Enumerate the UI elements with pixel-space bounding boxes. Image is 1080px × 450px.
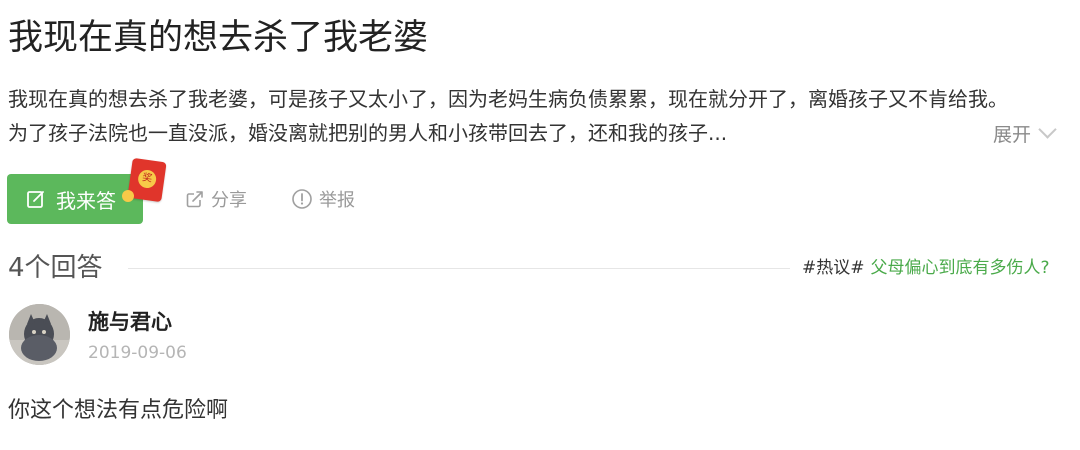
- share-label: 分享: [211, 190, 247, 211]
- redpacket-coin: 奖: [136, 168, 158, 190]
- report-button[interactable]: 举报: [291, 186, 355, 212]
- question-page: 我现在真的想去杀了我老婆 我现在真的想去杀了我老婆，可是孩子又太小了，因为老妈生…: [0, 0, 1080, 450]
- expand-button[interactable]: 展开: [993, 120, 1057, 147]
- question-title: 我现在真的想去杀了我老婆: [8, 18, 429, 58]
- hot-tag: #热议#: [802, 258, 865, 278]
- expand-label: 展开: [993, 124, 1032, 146]
- share-button[interactable]: 分享: [185, 186, 247, 212]
- question-description: 我现在真的想去杀了我老婆，可是孩子又太小了，因为老妈生病负债累累，现在就分开了，…: [8, 82, 1074, 150]
- chevron-down-icon: [1038, 120, 1057, 139]
- divider: [128, 268, 790, 269]
- hot-topic-link[interactable]: 父母偏心到底有多伤人?: [871, 258, 1050, 278]
- answers-count: 4个回答: [8, 253, 103, 283]
- answer-button-label: 我来答: [56, 188, 116, 213]
- answer-text: 你这个想法有点危险啊: [8, 398, 229, 423]
- share-icon: [186, 191, 203, 208]
- answer-date: 2019-09-06: [88, 343, 187, 363]
- report-label: 举报: [319, 190, 355, 211]
- description-line: 为了孩子法院也一直没派，婚没离就把别的男人和小孩带回去了，还和我的孩子...: [8, 121, 728, 145]
- edit-icon: [27, 191, 44, 208]
- avatar-image: [9, 304, 70, 365]
- report-icon: [292, 189, 312, 209]
- user-name[interactable]: 施与君心: [88, 308, 172, 336]
- avatar[interactable]: [9, 304, 70, 365]
- description-line: 我现在真的想去杀了我老婆，可是孩子又太小了，因为老妈生病负债累累，现在就分开了，…: [8, 87, 1008, 111]
- hot-topic: #热议# 父母偏心到底有多伤人?: [802, 256, 1050, 280]
- redpacket-dot: [122, 190, 134, 202]
